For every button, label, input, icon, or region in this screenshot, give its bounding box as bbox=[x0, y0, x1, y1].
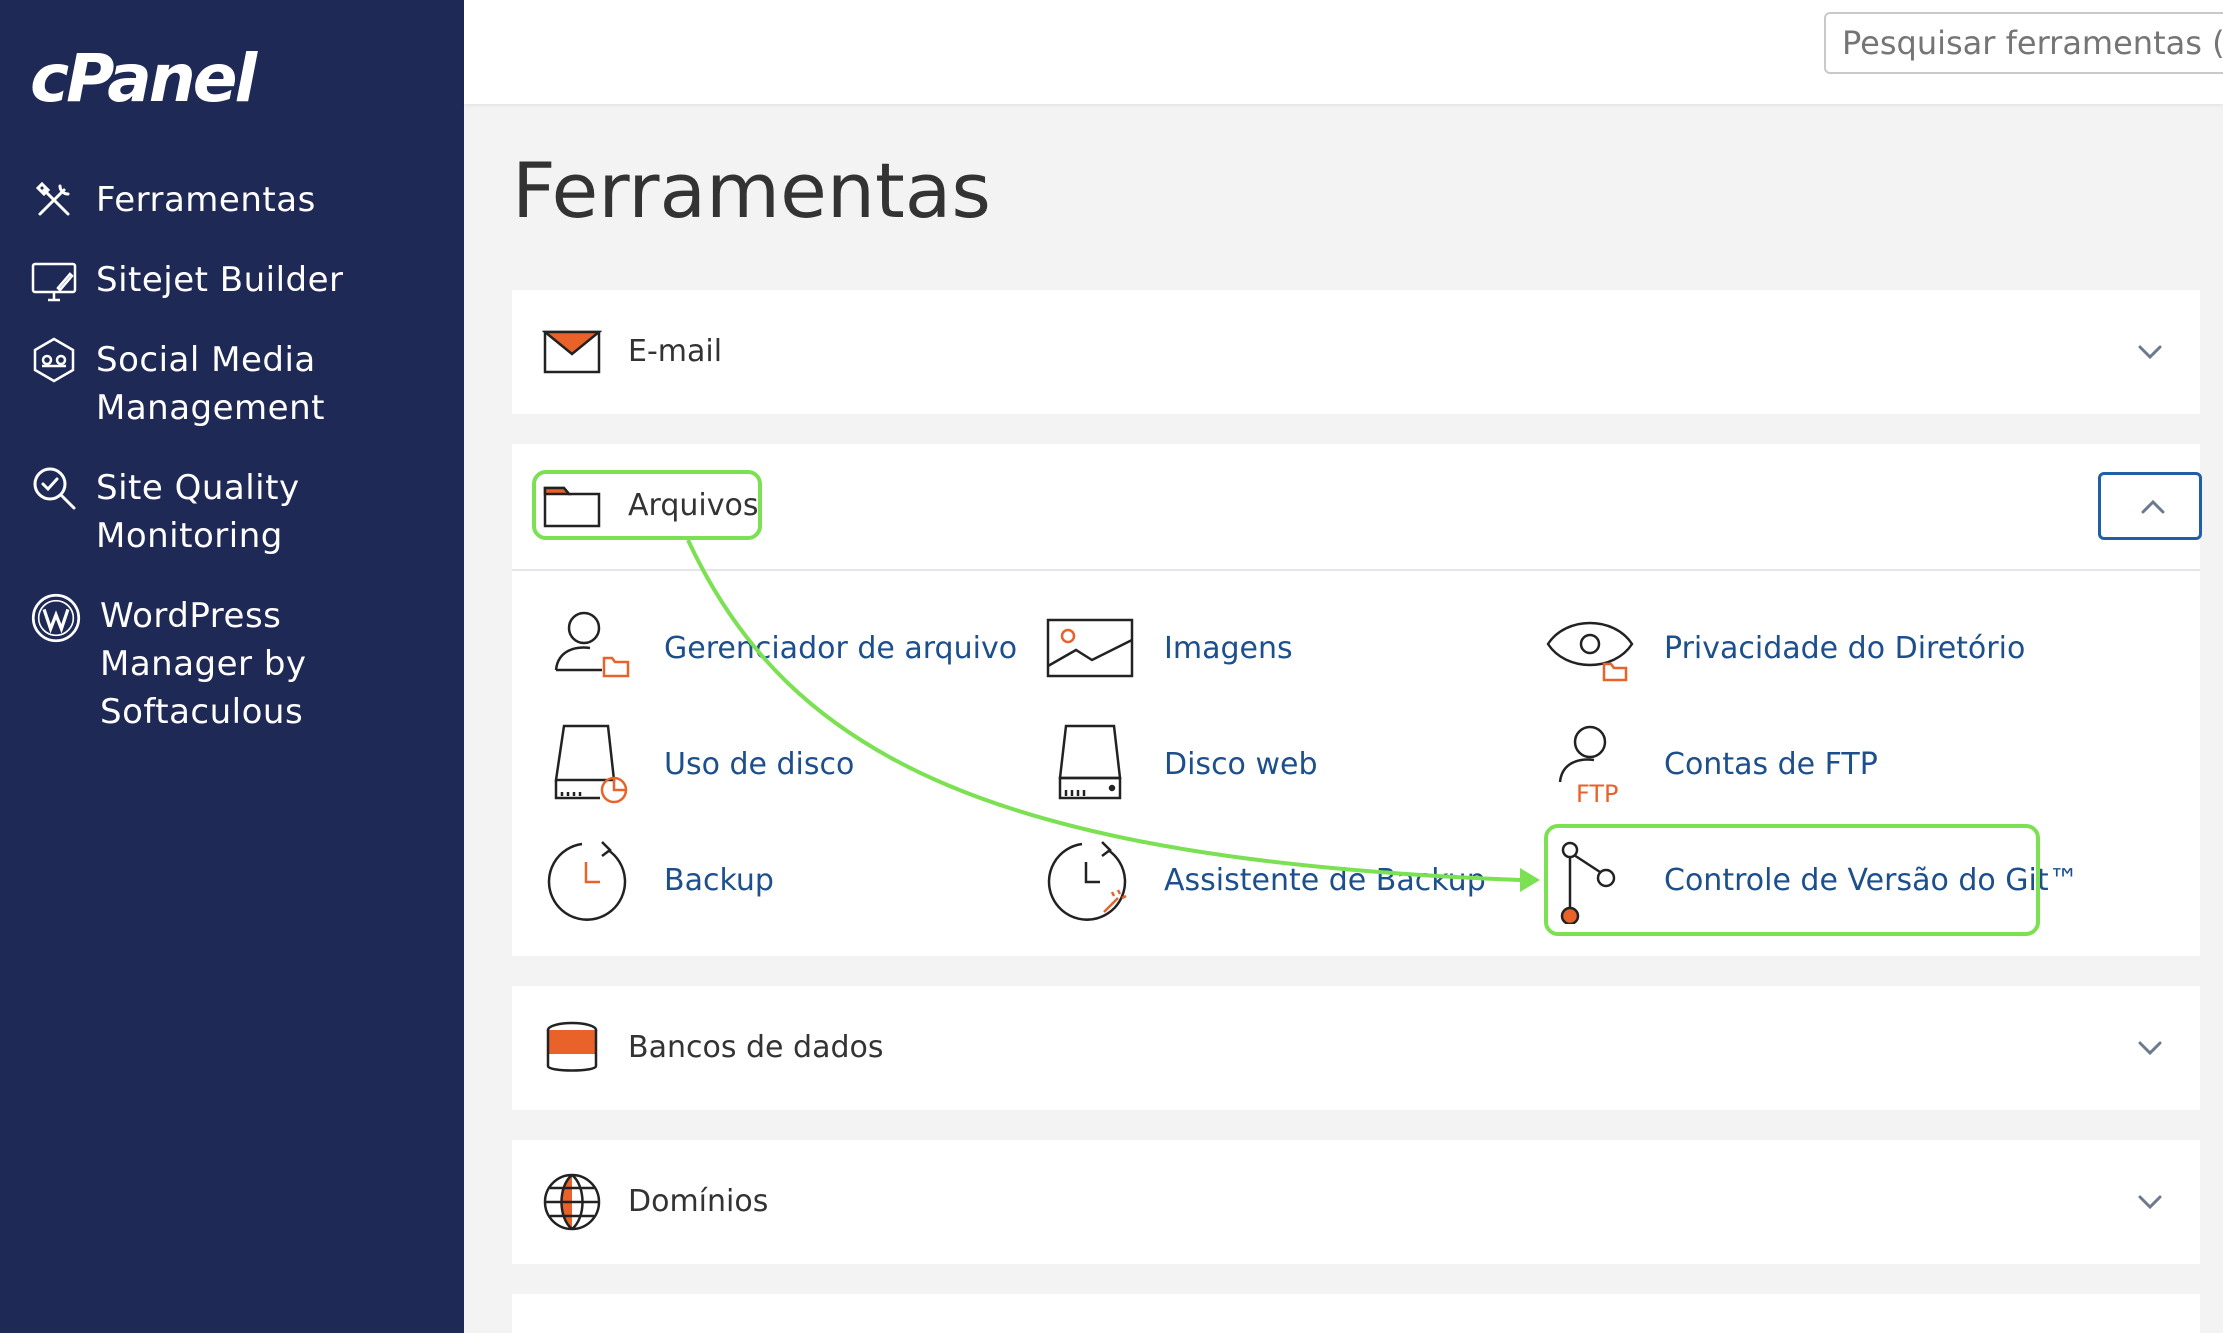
highlight-arquivos bbox=[532, 470, 762, 540]
monitor-pen-icon bbox=[30, 256, 78, 304]
web-disk-icon bbox=[1046, 720, 1134, 808]
chevron-down-icon[interactable] bbox=[2134, 1186, 2166, 1218]
tool-backup[interactable]: Backup bbox=[546, 836, 774, 924]
globe-icon bbox=[542, 1172, 602, 1232]
sidebar-item-social-media[interactable]: Social Media Management bbox=[30, 336, 396, 432]
panel-header[interactable]: E-mail bbox=[512, 290, 2200, 414]
tool-label: Uso de disco bbox=[664, 746, 855, 782]
sidebar-item-ferramentas[interactable]: Ferramentas bbox=[30, 176, 396, 224]
cpanel-logo[interactable]: cPanel bbox=[30, 40, 257, 117]
panel-next bbox=[512, 1294, 2200, 1333]
search-check-icon bbox=[30, 464, 78, 512]
image-icon bbox=[1046, 604, 1134, 692]
chevron-up-icon bbox=[2141, 499, 2165, 514]
divider bbox=[512, 569, 2200, 571]
wordpress-icon bbox=[30, 592, 82, 644]
tool-label: Privacidade do Diretório bbox=[1664, 630, 2026, 666]
chevron-down-icon[interactable] bbox=[2134, 336, 2166, 368]
sidebar-item-label: Site Quality Monitoring bbox=[96, 468, 300, 556]
sidebar-item-label: Sitejet Builder bbox=[96, 260, 344, 300]
backup-clock-icon bbox=[546, 836, 634, 924]
tool-label: Gerenciador de arquivo bbox=[664, 630, 1018, 666]
database-icon bbox=[542, 1018, 602, 1078]
sidebar-item-wordpress[interactable]: WordPress Manager by Softaculous bbox=[30, 592, 360, 736]
sidebar-item-label: Social Media Management bbox=[96, 340, 325, 428]
tool-file-manager[interactable]: Gerenciador de arquivo bbox=[546, 604, 1017, 692]
panel-title: E-mail bbox=[628, 334, 723, 369]
tool-web-disk[interactable]: Disco web bbox=[1046, 720, 1318, 808]
tool-directory-privacy[interactable]: Privacidade do Diretório bbox=[1546, 604, 2025, 692]
tool-backup-wizard[interactable]: Assistente de Backup bbox=[1046, 836, 1486, 924]
tool-disk-usage[interactable]: Uso de disco bbox=[546, 720, 854, 808]
envelope-icon bbox=[541, 322, 603, 382]
panel-header[interactable]: Domínios bbox=[512, 1140, 2200, 1264]
chevron-down-icon[interactable] bbox=[2134, 1032, 2166, 1064]
panel-header[interactable]: Arquivos bbox=[512, 444, 2202, 568]
sidebar-item-site-quality[interactable]: Site Quality Monitoring bbox=[30, 464, 396, 560]
collapse-button[interactable] bbox=[2098, 472, 2202, 540]
search-input[interactable] bbox=[1824, 12, 2223, 74]
sidebar: cPanel Ferramentas Sitejet Builder Socia… bbox=[0, 0, 464, 1333]
tool-label: Disco web bbox=[1164, 746, 1318, 782]
panel-email[interactable]: E-mail bbox=[512, 290, 2200, 414]
svg-text:FTP: FTP bbox=[1576, 780, 1619, 808]
panel-domains[interactable]: Domínios bbox=[512, 1140, 2200, 1264]
sidebar-item-label: Ferramentas bbox=[96, 180, 316, 220]
social-media-icon bbox=[30, 336, 78, 384]
sidebar-item-label: WordPress Manager by Softaculous bbox=[100, 596, 307, 732]
ftp-user-icon: FTP bbox=[1546, 720, 1634, 808]
highlight-git bbox=[1544, 824, 2040, 936]
panel-title: Bancos de dados bbox=[628, 1030, 884, 1065]
tool-label: Contas de FTP bbox=[1664, 746, 1878, 782]
file-manager-icon bbox=[546, 604, 634, 692]
page-title: Ferramentas bbox=[512, 146, 991, 235]
panel-header[interactable]: Bancos de dados bbox=[512, 986, 2200, 1110]
panel-databases[interactable]: Bancos de dados bbox=[512, 986, 2200, 1110]
backup-wizard-icon bbox=[1046, 836, 1134, 924]
tools-icon bbox=[30, 176, 78, 224]
tool-images[interactable]: Imagens bbox=[1046, 604, 1293, 692]
tool-label: Backup bbox=[664, 862, 774, 898]
tool-label: Assistente de Backup bbox=[1164, 862, 1486, 898]
tool-ftp-accounts[interactable]: FTP Contas de FTP bbox=[1546, 720, 1878, 808]
tool-label: Imagens bbox=[1164, 630, 1293, 666]
eye-folder-icon bbox=[1546, 604, 1634, 692]
panel-title: Domínios bbox=[628, 1184, 769, 1219]
disk-usage-icon bbox=[546, 720, 634, 808]
sidebar-item-sitejet[interactable]: Sitejet Builder bbox=[30, 256, 396, 304]
